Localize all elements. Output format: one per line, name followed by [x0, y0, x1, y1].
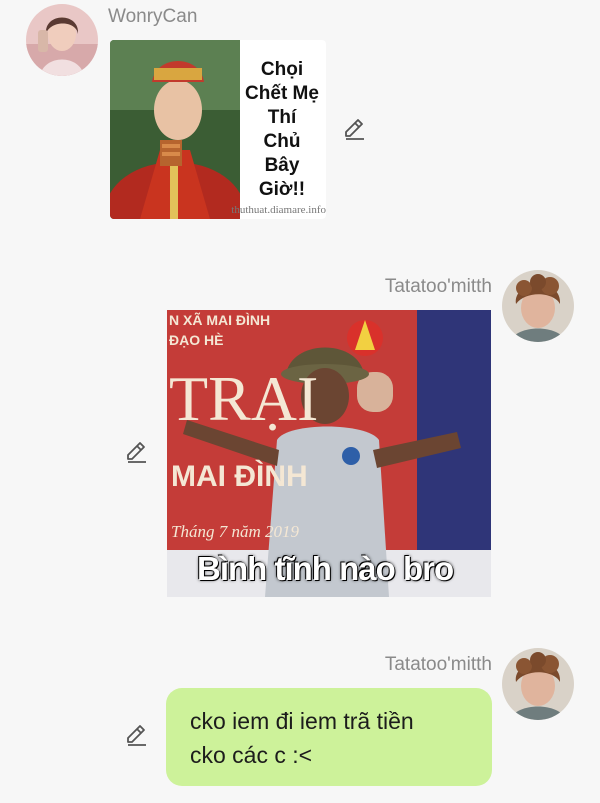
- banner-date: Tháng 7 năm 2019: [171, 522, 299, 541]
- meme-caption: Chọi Chết Mẹ Thí Chủ Bây Giờ!!: [245, 59, 319, 200]
- pencil-icon: [345, 119, 364, 140]
- message-bubble[interactable]: cko iem đi iem trã tiền cko các c :<: [166, 688, 492, 786]
- avatar-tatatoomitth[interactable]: [502, 270, 574, 342]
- message-text: cko iem đi iem trã tiền cko các c :<: [190, 708, 414, 768]
- meme-watermark: thuthuat.diamare.info: [231, 204, 326, 216]
- sender-name: Tatatoo'mitth: [384, 654, 492, 675]
- banner-mid: MAI ĐÌNH: [171, 460, 308, 493]
- pencil-icon: [127, 442, 146, 463]
- edit-button[interactable]: [342, 116, 368, 142]
- meme-image-binh-tinh[interactable]: N XÃ MAI ĐÌNH ĐẠO HÈ TRẠI MAI ĐÌNH Tháng…: [167, 310, 491, 597]
- pencil-icon: [127, 725, 146, 746]
- banner-big: TRẠI: [169, 363, 319, 434]
- sender-name: WonryCan: [108, 6, 198, 27]
- meme-caption: Bình tĩnh nào bro: [197, 550, 454, 587]
- avatar-tatatoomitth[interactable]: [502, 648, 574, 720]
- edit-button[interactable]: [124, 439, 150, 465]
- meme-image-choi[interactable]: Chọi Chết Mẹ Thí Chủ Bây Giờ!! thuthuat.…: [110, 40, 326, 219]
- avatar-wonrycan[interactable]: [26, 4, 98, 76]
- sender-name: Tatatoo'mitth: [384, 276, 492, 297]
- edit-button[interactable]: [124, 722, 150, 748]
- banner-sub: ĐẠO HÈ: [169, 332, 224, 348]
- banner-top: N XÃ MAI ĐÌNH: [169, 312, 271, 328]
